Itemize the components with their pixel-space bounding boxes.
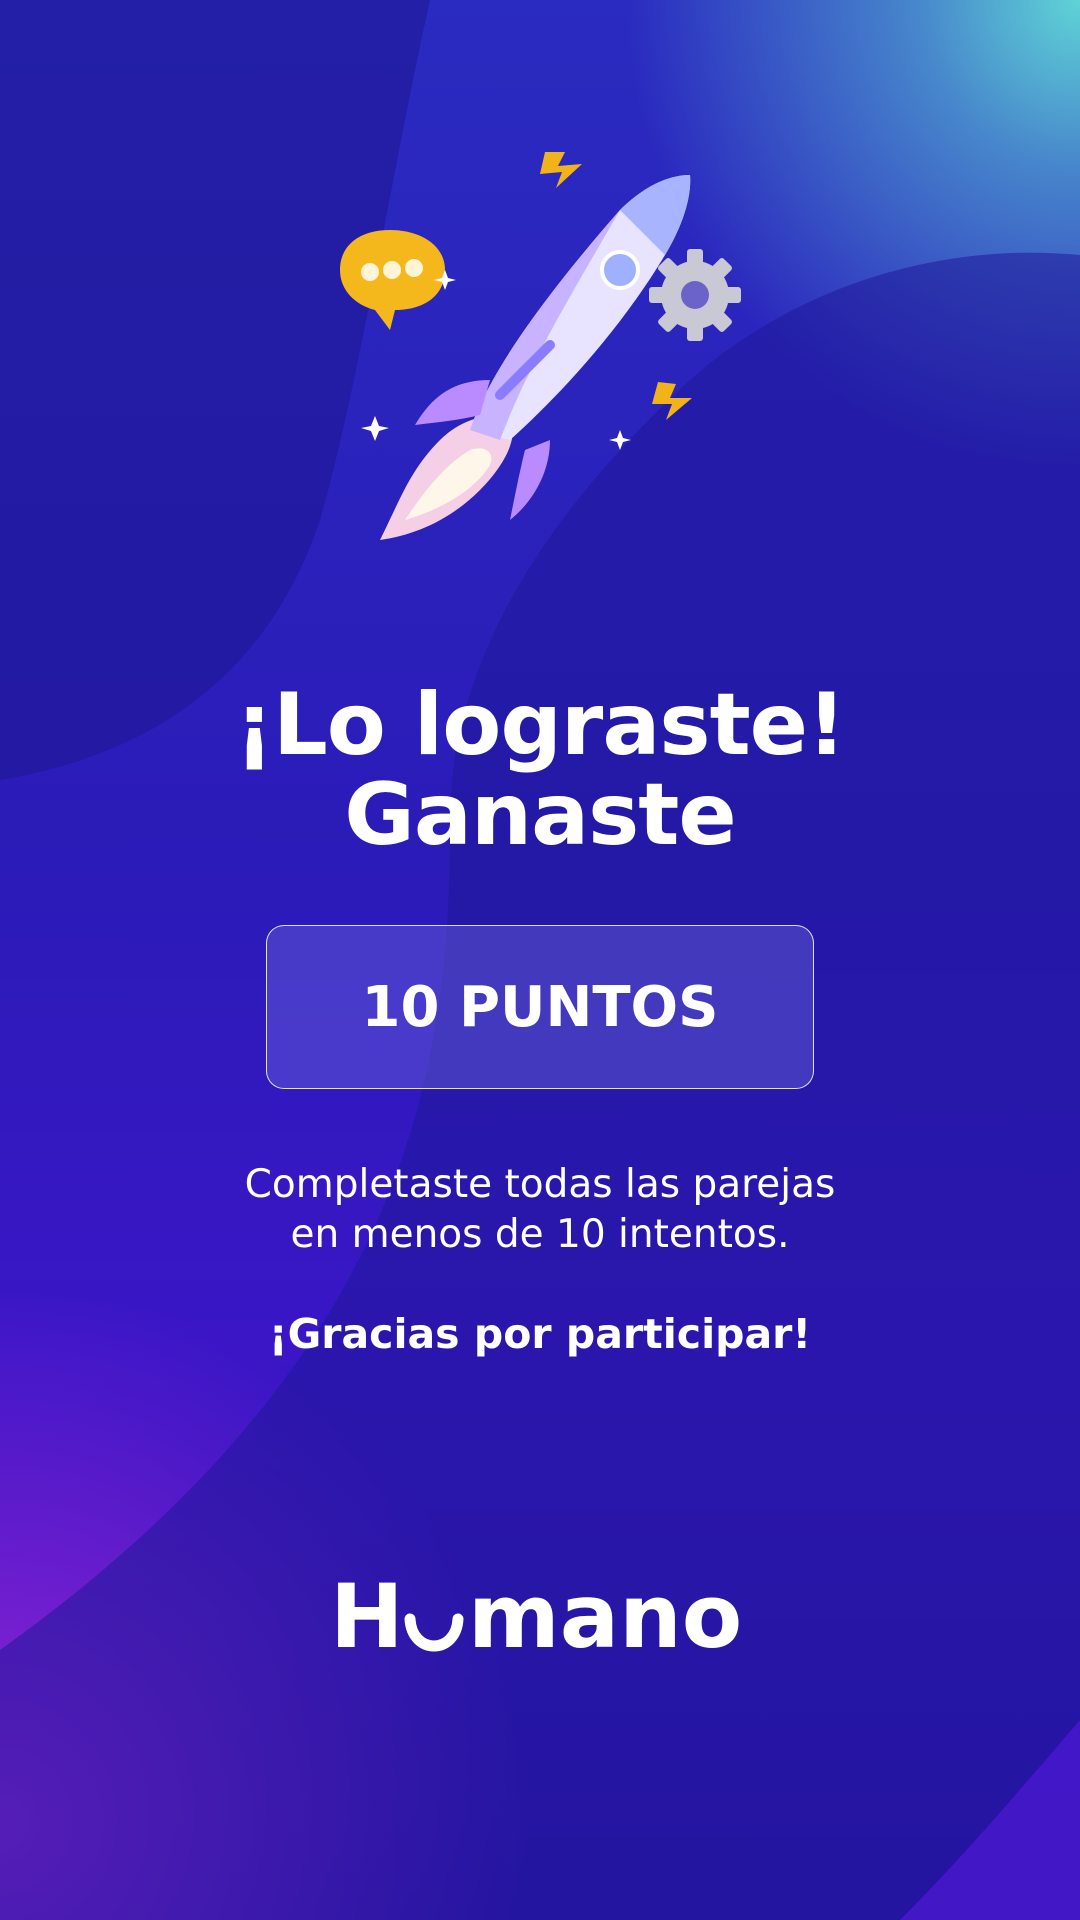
description-line-1: Completaste todas las parejas bbox=[244, 1162, 836, 1207]
thanks-message: ¡Gracias por participar! bbox=[268, 1310, 812, 1358]
chat-bubble-icon bbox=[340, 230, 445, 330]
title-line-1: ¡Lo lograste! bbox=[234, 675, 846, 775]
brand-logo-h: H bbox=[330, 1575, 404, 1665]
brand-logo-smile-icon bbox=[404, 1613, 464, 1652]
brand-logo: H mano bbox=[330, 1575, 742, 1665]
result-description: Completaste todas las parejas en menos d… bbox=[0, 1160, 1080, 1260]
title-line-2: Ganaste bbox=[344, 765, 737, 865]
star-icon bbox=[609, 430, 631, 450]
points-badge: 10 PUNTOS bbox=[266, 925, 814, 1089]
star-icon bbox=[361, 416, 389, 441]
page-title: ¡Lo lograste! Ganaste bbox=[0, 680, 1080, 860]
lightning-icon bbox=[652, 382, 692, 420]
brand-logo-rest: mano bbox=[468, 1575, 742, 1665]
rocket-illustration bbox=[340, 152, 741, 540]
gear-icon bbox=[649, 249, 741, 341]
lightning-icon bbox=[540, 152, 582, 188]
points-label: 10 PUNTOS bbox=[361, 974, 719, 1040]
description-line-2: en menos de 10 intentos. bbox=[290, 1212, 790, 1257]
